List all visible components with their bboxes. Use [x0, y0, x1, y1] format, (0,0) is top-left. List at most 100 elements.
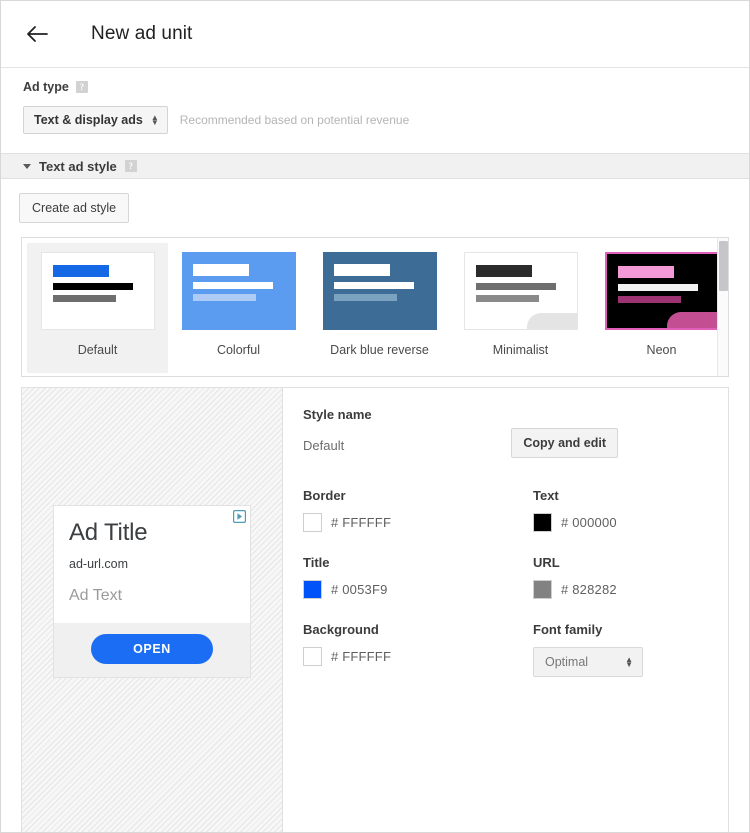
- ad-type-label: Ad type: [23, 80, 69, 94]
- thumb-url-bar: [617, 296, 681, 303]
- color-swatch-row: # FFFFFF: [303, 647, 533, 666]
- ad-style-option-minimalist[interactable]: Minimalist: [450, 243, 591, 365]
- style-name-label: Style name: [303, 407, 372, 422]
- style-name-row: Default Copy and edit: [303, 428, 728, 458]
- thumb-title-bar: [475, 265, 532, 277]
- ad-preview-title: Ad Title: [69, 519, 148, 546]
- ad-preview-card: Ad Title ad-url.com Ad Text OPEN: [53, 505, 251, 679]
- field-label: Title: [303, 555, 330, 570]
- ad-style-option-default[interactable]: Default: [27, 243, 168, 373]
- thumb-text-bar: [333, 282, 414, 289]
- color-swatch[interactable]: [303, 513, 322, 532]
- create-ad-style-button[interactable]: Create ad style: [19, 193, 130, 223]
- ad-style-thumbnail: [463, 252, 578, 330]
- color-swatch[interactable]: [533, 580, 552, 599]
- copy-and-edit-button[interactable]: Copy and edit: [511, 428, 618, 458]
- ad-style-thumbnail: [322, 252, 437, 330]
- color-swatch[interactable]: [533, 513, 552, 532]
- text-ad-style-section-header[interactable]: Text ad style ?: [1, 153, 749, 179]
- thumb-title-bar: [333, 264, 390, 276]
- color-hex-value[interactable]: # 828282: [561, 582, 617, 597]
- thumb-title-bar: [617, 266, 674, 278]
- ad-preview-pane: Ad Title ad-url.com Ad Text OPEN: [22, 388, 283, 832]
- picker-scrollbar-thumb[interactable]: [719, 241, 728, 291]
- field-label: Text: [533, 488, 559, 503]
- style-field-text: Text # 000000: [533, 488, 728, 532]
- ad-style-option-neon[interactable]: Neon: [591, 243, 728, 365]
- color-hex-value[interactable]: # 000000: [561, 515, 617, 530]
- thumb-button-shape: [526, 313, 577, 329]
- style-name-value: Default: [303, 438, 345, 453]
- style-field-background: Background # FFFFFF: [303, 622, 533, 677]
- ad-style-option-dark-blue-reverse[interactable]: Dark blue reverse: [309, 243, 450, 365]
- ad-preview-url: ad-url.com: [69, 557, 129, 572]
- ad-type-recommendation: Recommended based on potential revenue: [179, 113, 410, 127]
- thumb-url-bar: [333, 294, 397, 301]
- color-hex-value[interactable]: # FFFFFF: [331, 515, 391, 530]
- field-label: Border: [303, 488, 346, 503]
- field-label: URL: [533, 555, 560, 570]
- thumb-url-bar: [475, 295, 539, 302]
- color-hex-value[interactable]: # FFFFFF: [331, 649, 391, 664]
- chevron-updown-icon: ▲ ▼: [150, 113, 159, 127]
- style-field-font-family: Font family Optimal ▲ ▼: [533, 622, 728, 677]
- ad-type-selected-value: Text & display ads: [34, 113, 143, 127]
- page-header: New ad unit: [1, 1, 749, 68]
- ad-style-name: Neon: [646, 343, 677, 357]
- new-ad-unit-page: New ad unit Ad type ? Text & display ads…: [0, 0, 750, 833]
- font-family-select[interactable]: Optimal ▲ ▼: [533, 647, 643, 677]
- ad-preview-text: Ad Text: [69, 587, 123, 605]
- style-color-fields: Border # FFFFFF Text # 000000 Title # 0053F9 U…: [303, 488, 728, 677]
- style-field-title: Title # 0053F9: [303, 555, 533, 599]
- ad-style-thumbnail: [604, 252, 719, 330]
- help-icon[interactable]: ?: [75, 81, 88, 93]
- color-swatch[interactable]: [303, 580, 322, 599]
- ad-style-thumbnail: [181, 252, 296, 330]
- color-swatch-row: # 0053F9: [303, 580, 533, 599]
- ad-type-label-row: Ad type ?: [23, 80, 749, 94]
- section-title: Text ad style: [39, 158, 117, 174]
- thumb-text-bar: [192, 282, 273, 289]
- ad-preview-body: Ad Title ad-url.com Ad Text: [54, 506, 250, 624]
- color-swatch[interactable]: [303, 647, 322, 666]
- ad-style-name: Default: [77, 343, 118, 357]
- ad-preview-open-button[interactable]: OPEN: [91, 634, 213, 665]
- ad-style-name: Colorful: [216, 343, 261, 357]
- ad-preview-footer: OPEN: [54, 623, 250, 678]
- font-family-value: Optimal: [545, 655, 589, 669]
- ad-style-option-colorful[interactable]: Colorful: [168, 243, 309, 365]
- ad-style-list: Default Colorful Dark blue reverse Minimali…: [22, 238, 728, 376]
- color-swatch-row: # 828282: [533, 580, 728, 599]
- thumb-button-shape: [666, 312, 717, 328]
- picker-scrollbar[interactable]: [717, 238, 728, 376]
- chevron-down-icon: [23, 163, 31, 169]
- color-swatch-row: # FFFFFF: [303, 513, 533, 532]
- ad-style-name: Dark blue reverse: [330, 343, 429, 357]
- ad-style-name: Minimalist: [492, 343, 549, 357]
- thumb-title-bar: [52, 265, 109, 277]
- thumb-text-bar: [617, 284, 698, 291]
- color-swatch-row: # 000000: [533, 513, 728, 532]
- back-arrow-icon[interactable]: [23, 20, 51, 48]
- ad-style-picker: Default Colorful Dark blue reverse Minimali…: [21, 237, 729, 377]
- create-ad-style-row: Create ad style: [1, 179, 749, 223]
- ad-type-section: Ad type ? Text & display ads ▲ ▼ Recommen…: [1, 68, 749, 134]
- thumb-title-bar: [192, 264, 249, 276]
- adchoices-icon[interactable]: [233, 510, 247, 524]
- ad-type-select[interactable]: Text & display ads ▲ ▼: [23, 106, 168, 134]
- field-label: Background: [303, 622, 379, 637]
- ad-type-controls: Text & display ads ▲ ▼ Recommended based …: [23, 106, 749, 134]
- style-field-url: URL # 828282: [533, 555, 728, 599]
- thumb-text-bar: [475, 283, 556, 290]
- style-detail-pane: Style name Default Copy and edit Border #…: [283, 388, 728, 832]
- thumb-url-bar: [52, 295, 116, 302]
- field-label: Font family: [533, 622, 603, 637]
- chevron-updown-icon: ▲ ▼: [625, 655, 633, 669]
- color-hex-value[interactable]: # 0053F9: [331, 582, 388, 597]
- help-icon[interactable]: ?: [124, 160, 137, 172]
- style-editor: Ad Title ad-url.com Ad Text OPEN Style n…: [21, 387, 729, 832]
- ad-style-thumbnail: [40, 252, 155, 330]
- style-field-border: Border # FFFFFF: [303, 488, 533, 532]
- thumb-url-bar: [192, 294, 256, 301]
- page-title: New ad unit: [91, 23, 193, 44]
